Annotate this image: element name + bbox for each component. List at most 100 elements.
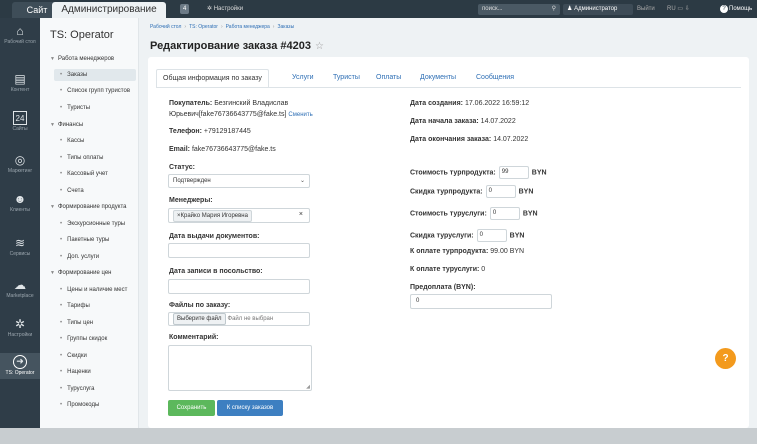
menu-item-cash-accounting[interactable]: • Кассовый учет [60,171,108,177]
menu-item-label: Группы скидок [67,336,108,342]
menu-item-promocodes[interactable]: • Промокоды [60,402,99,408]
help-link[interactable]: ? Помощь [720,4,752,15]
menu-item-tariffs[interactable]: • Тарифы [60,303,90,309]
help-bubble-button[interactable]: ? [715,348,736,369]
menu-item-package-tours[interactable]: • Пакетные туры [60,237,109,243]
menu-item-tourists[interactable]: • Туристы [60,105,90,111]
comment-textarea[interactable]: ◢ [168,345,312,391]
menu-item-finance[interactable]: ▼ Финансы [50,122,83,128]
ts-cost-input[interactable]: 0 [489,207,520,220]
start-row: Дата начала заказа: 14.07.2022 [410,118,516,125]
tp-disc-label: Скидка турпродукта: [410,188,483,196]
logout-link[interactable]: Выйти [637,4,655,15]
pay-tp-row: К оплате турпродукта: 99.00 BYN [410,248,524,255]
search-input[interactable]: поиск... ⚲ [478,4,560,15]
menu-item-extra-services[interactable]: • Доп. услуги [60,254,99,260]
menu-item-managers[interactable]: ▼ Работа менеджеров [50,56,114,62]
menu-item-markups[interactable]: • Наценки [60,369,91,375]
bullet-icon: • [60,72,63,78]
tab-admin[interactable]: Администрирование [52,2,166,18]
clear-icon[interactable]: × [299,209,303,221]
leftbar-item-clients[interactable]: ☻ Клиенты [0,192,40,213]
breadcrumb-item[interactable]: Рабочий стол [150,24,181,30]
user-icon: ♟ [567,6,573,12]
managers-select[interactable]: ×Крайко Мария Игоревна × [168,208,310,223]
leftbar-item-content[interactable]: ▤ Контент [0,72,40,93]
pay-ts-value: 0 [481,266,486,273]
menu-item-pricing[interactable]: ▼ Формирование цен [50,270,111,276]
leftbar-item-settings[interactable]: ✲ Настройки [0,317,40,338]
menu-item-discounts[interactable]: • Скидки [60,353,87,359]
tp-cost-input[interactable]: 99 [498,166,529,179]
menu-item-excursion-tours[interactable]: • Экскурсионные туры [60,221,125,227]
cloud-icon: ☁ [14,278,26,292]
file-input[interactable]: Выберите файл Файл не выбран [168,312,310,326]
embassy-date-input[interactable] [168,279,310,294]
menu-item-price-types[interactable]: • Типы цен [60,320,93,326]
breadcrumb-separator: › [220,24,223,30]
tab-payments[interactable]: Оплаты [376,69,401,87]
leftbar-item-marketing[interactable]: ◎ Маркетинг [0,153,40,174]
prepay-input[interactable]: 0 [410,294,552,309]
breadcrumb-item[interactable]: Работа менеджера [226,24,270,30]
gear-icon: ✲ [14,317,26,331]
leftbar-item-desktop[interactable]: ⌂ Рабочий стол [0,24,40,45]
breadcrumb-item[interactable]: TS: Operator [189,24,218,30]
leftbar-label: Marketplace [6,293,34,299]
star-icon[interactable]: ☆ [315,41,324,52]
status-select[interactable]: Подтвержден ⌄ [168,174,310,188]
ts-disc-input[interactable]: 0 [476,229,507,242]
phone-label: Телефон: [169,128,202,135]
chevron-down-icon: ▼ [50,56,55,62]
breadcrumb-separator: › [184,24,187,30]
leftbar-label: Сайты [12,126,28,132]
menu-item-payment-types[interactable]: • Типы оплаты [60,155,103,161]
tab-documents[interactable]: Документы [420,69,456,87]
notifications-button[interactable]: 4 [180,4,191,14]
menu-item-discount-groups[interactable]: • Группы скидок [60,336,107,342]
order-list-button[interactable]: К списку заказов [217,400,283,416]
menu-item-label: Кассы [67,138,85,144]
menu-item-orders[interactable]: • Заказы [54,69,136,81]
tp-disc-row: Скидка турпродукта: 0 BYN [410,185,533,198]
resize-grip-icon[interactable]: ◢ [306,384,310,390]
breadcrumb: Рабочий стол › TS: Operator › Работа менедже… [150,24,294,30]
bullet-icon: • [60,320,63,326]
tab-tourists[interactable]: Туристы [333,69,360,87]
change-buyer-link[interactable]: Сменить [288,112,312,118]
manager-chip[interactable]: ×Крайко Мария Игоревна [173,210,252,222]
menu-item-product[interactable]: ▼ Формирование продукта [50,204,126,210]
breadcrumb-item[interactable]: Заказы [277,24,294,30]
menu-item-label: Тарифы [67,303,90,309]
tab-general-info[interactable]: Общая информация по заказу [156,69,269,87]
phone-row: Телефон: +79129187445 [169,128,251,135]
menu-item-cashboxes[interactable]: • Кассы [60,138,84,144]
language-switch[interactable]: RU ▭ ⇩ [667,4,690,15]
pay-ts-row: К оплате туруслуги: 0 [410,266,485,273]
settings-link[interactable]: ✲ Настройки [207,4,243,14]
leftbar-item-sites[interactable]: 24 Сайты [0,111,40,132]
menu-item-invoices[interactable]: • Счета [60,188,84,194]
user-menu[interactable]: ♟ Администратор [563,4,633,15]
tp-disc-input[interactable]: 0 [485,185,516,198]
menu-item-tourist-groups[interactable]: • Список групп туристов [60,88,130,94]
choose-file-button[interactable]: Выберите файл [173,313,226,325]
end-row: Дата окончания заказа: 14.07.2022 [410,136,528,143]
tab-services[interactable]: Услуги [292,69,314,87]
menu-item-label: Доп. услуги [67,254,100,260]
gear-icon: ✲ [207,6,213,12]
tab-messages[interactable]: Сообщения [476,69,514,87]
leftbar-item-ts-operator[interactable]: ➜ TS: Operator [0,353,40,379]
leftbar-item-services[interactable]: ≋ Сервисы [0,236,40,257]
search-placeholder: поиск... [482,6,503,12]
save-button[interactable]: Сохранить [168,400,215,416]
target-icon: ◎ [14,153,26,167]
search-icon[interactable]: ⚲ [552,4,556,15]
bullet-icon: • [60,237,63,243]
end-value: 14.07.2022 [493,136,529,143]
menu-item-tour-service[interactable]: • Туруслуга [60,386,94,392]
docs-date-input[interactable] [168,243,310,258]
leftbar-item-marketplace[interactable]: ☁ Marketplace [0,278,40,299]
menu-item-prices-availability[interactable]: • Цены и наличие мест [60,287,127,293]
order-card: Общая информация по заказу Услуги Турист… [148,57,749,428]
